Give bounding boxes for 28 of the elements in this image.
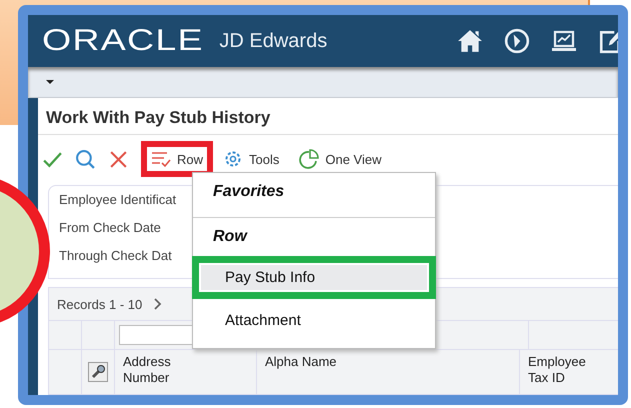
menu-item[interactable]: Pay Stub Info <box>192 256 436 299</box>
next-page-icon[interactable] <box>154 298 162 310</box>
column-header[interactable]: Employee Tax ID <box>528 354 608 386</box>
edit-icon[interactable] <box>598 28 618 54</box>
filter-label: Employee Identificat <box>59 192 176 207</box>
records-count: Records 1 - 10 <box>57 296 142 312</box>
gear-icon <box>223 149 244 169</box>
compass-icon[interactable] <box>504 28 530 54</box>
laptop-chart-icon[interactable] <box>551 28 577 54</box>
column-header[interactable]: Alpha Name <box>265 354 345 370</box>
filter-label: Through Check Dat <box>59 248 172 263</box>
form-title: Work With Pay Stub History <box>38 98 618 135</box>
logo: ORACLE <box>42 24 204 58</box>
filter-label: From Check Date <box>59 220 161 235</box>
list-check-icon <box>151 149 171 169</box>
search-icon[interactable] <box>75 148 96 170</box>
close-icon[interactable] <box>108 148 129 170</box>
column-tool-icon[interactable] <box>88 362 108 382</box>
home-icon[interactable] <box>457 28 483 54</box>
column-header[interactable]: Address Number <box>123 354 203 386</box>
one-view-button[interactable]: One View <box>289 141 392 177</box>
pie-chart-icon <box>299 149 320 169</box>
caret-icon[interactable] <box>46 80 54 84</box>
menu-heading: Favorites <box>212 182 286 202</box>
product-name: JD Edwards <box>219 30 328 52</box>
menu-heading: Row <box>212 227 248 247</box>
tools-button[interactable]: Tools <box>213 141 290 177</box>
menu-item[interactable]: Attachment <box>192 299 436 342</box>
